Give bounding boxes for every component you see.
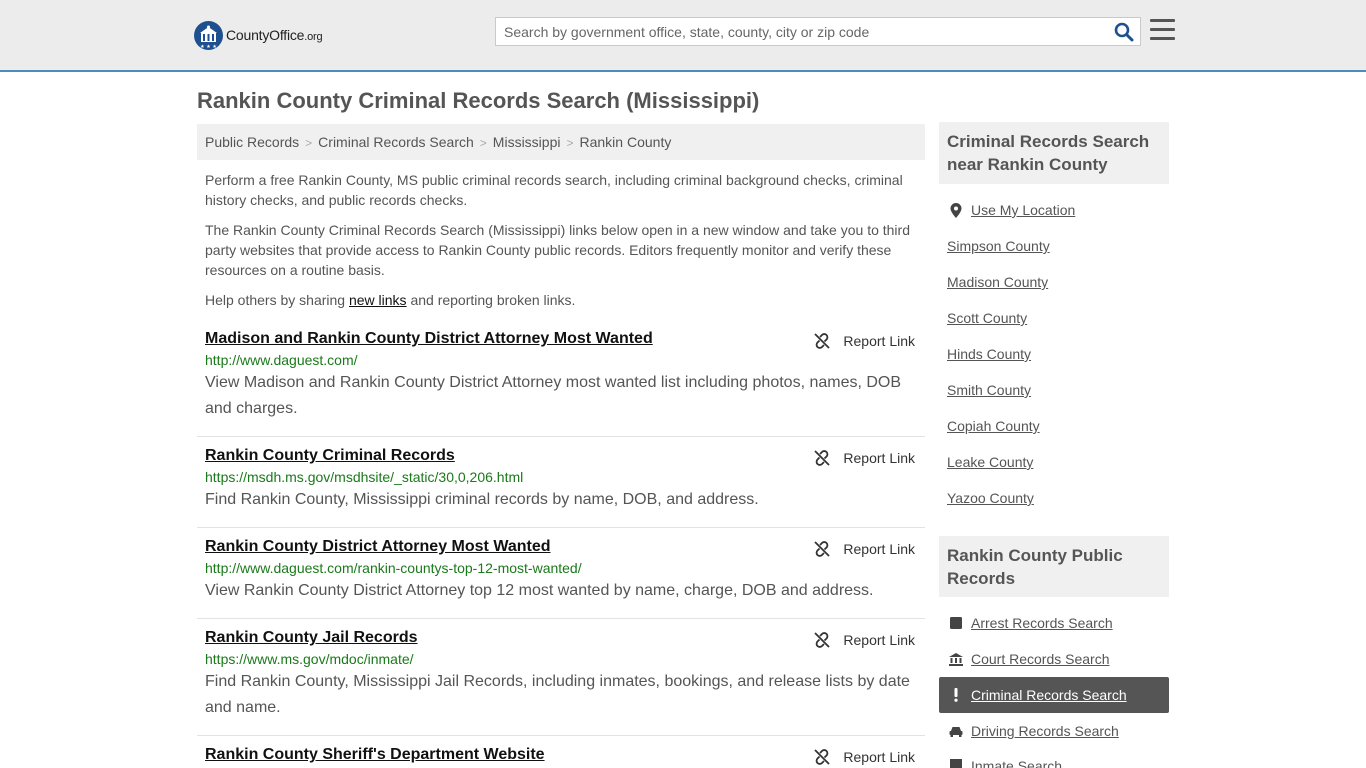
car-icon xyxy=(949,724,963,738)
inmate-search-link[interactable]: Inmate Search xyxy=(939,748,1169,768)
record-description: Find Rankin County, Mississippi Jail Rec… xyxy=(205,673,910,716)
arrest-records-search-link[interactable]: Arrest Records Search xyxy=(939,605,1169,641)
broken-link-icon xyxy=(814,450,831,466)
record-title-link[interactable]: Rankin County District Attorney Most Wan… xyxy=(205,538,551,556)
breadcrumb-separator-icon: > xyxy=(305,136,313,150)
record-url: https://msdh.ms.gov/msdhsite/_static/30,… xyxy=(205,469,524,485)
record-title-link[interactable]: Rankin County Sheriff's Department Websi… xyxy=(205,746,545,764)
nearby-county-link[interactable]: Scott County xyxy=(947,310,1027,326)
broken-link-icon xyxy=(814,749,831,765)
report-link-button[interactable]: Report Link xyxy=(813,748,915,766)
broken-link-icon xyxy=(814,632,831,648)
search-box xyxy=(495,17,1141,46)
square-icon xyxy=(949,616,963,630)
sidebar-heading-public-records: Rankin County Public Records xyxy=(939,536,1169,597)
map-pin-icon xyxy=(949,202,963,218)
record-url: http://www.daguest.com/rankin-countys-to… xyxy=(205,560,582,576)
new-links-link[interactable]: new links xyxy=(349,292,407,308)
intro-paragraph-3: Help others by sharing new links and rep… xyxy=(205,292,576,308)
intro-paragraph-1: Perform a free Rankin County, MS public … xyxy=(205,172,903,208)
broken-link-icon xyxy=(814,333,831,349)
criminal-records-search-link[interactable]: Criminal Records Search xyxy=(939,677,1169,713)
breadcrumb-separator-icon: > xyxy=(479,136,487,150)
record-item: Rankin County District Attorney Most Wan… xyxy=(197,538,925,619)
record-title-link[interactable]: Rankin County Jail Records xyxy=(205,629,418,647)
record-description: View Rankin County District Attorney top… xyxy=(205,582,874,599)
report-link-button[interactable]: Report Link xyxy=(813,631,915,649)
record-title-link[interactable]: Madison and Rankin County District Attor… xyxy=(205,330,653,348)
sidebar-heading-nearby: Criminal Records Search near Rankin Coun… xyxy=(939,122,1169,184)
search-input[interactable] xyxy=(496,18,1106,45)
record-title-link[interactable]: Rankin County Criminal Records xyxy=(205,447,455,465)
breadcrumb-separator-icon: > xyxy=(566,136,574,150)
nearby-county-link[interactable]: Simpson County xyxy=(947,238,1050,254)
site-logo[interactable]: ★ ★ ★ CountyOffice.org xyxy=(194,20,323,50)
breadcrumb-public-records[interactable]: Public Records xyxy=(205,134,299,150)
inmate-icon xyxy=(949,758,963,768)
court-records-search-link[interactable]: Court Records Search xyxy=(939,641,1169,677)
svg-text:★ ★ ★: ★ ★ ★ xyxy=(200,44,217,50)
use-my-location-link[interactable]: Use My Location xyxy=(939,192,1169,228)
nearby-county-link[interactable]: Smith County xyxy=(947,382,1031,398)
record-item: Madison and Rankin County District Attor… xyxy=(197,330,925,437)
breadcrumb-criminal-records-search[interactable]: Criminal Records Search xyxy=(318,134,474,150)
nearby-county-link[interactable]: Madison County xyxy=(947,274,1048,290)
nearby-county-link[interactable]: Hinds County xyxy=(947,346,1031,362)
search-icon[interactable] xyxy=(1114,22,1134,42)
intro-paragraph-2: The Rankin County Criminal Records Searc… xyxy=(205,222,910,278)
hamburger-menu-icon[interactable] xyxy=(1150,19,1175,41)
record-description: View Madison and Rankin County District … xyxy=(205,374,902,417)
report-link-button[interactable]: Report Link xyxy=(813,540,915,558)
capitol-logo-icon: ★ ★ ★ xyxy=(194,20,223,50)
nearby-county-link[interactable]: Copiah County xyxy=(947,418,1040,434)
logo-text: CountyOffice.org xyxy=(226,27,323,43)
breadcrumb-rankin-county[interactable]: Rankin County xyxy=(580,134,672,150)
record-description: Find Rankin County, Mississippi criminal… xyxy=(205,491,759,508)
breadcrumb-mississippi[interactable]: Mississippi xyxy=(493,134,561,150)
record-item: Rankin County Sheriff's Department Websi… xyxy=(197,746,925,768)
record-item: Rankin County Jail Records Report Link h… xyxy=(197,629,925,736)
exclamation-icon xyxy=(949,688,963,702)
nearby-county-link[interactable]: Leake County xyxy=(947,454,1033,470)
report-link-button[interactable]: Report Link xyxy=(813,449,915,467)
record-url: https://www.ms.gov/mdoc/inmate/ xyxy=(205,651,414,667)
broken-link-icon xyxy=(814,541,831,557)
report-link-button[interactable]: Report Link xyxy=(813,332,915,350)
record-url: http://www.daguest.com/ xyxy=(205,352,358,368)
site-header: ★ ★ ★ CountyOffice.org xyxy=(0,0,1366,72)
breadcrumb: Public Records > Criminal Records Search > M… xyxy=(197,124,925,160)
nearby-county-link[interactable]: Yazoo County xyxy=(947,490,1034,506)
record-item: Rankin County Criminal Records Report Li… xyxy=(197,447,925,528)
page-title: Rankin County Criminal Records Search (M… xyxy=(197,88,760,113)
courthouse-icon xyxy=(949,652,963,666)
driving-records-search-link[interactable]: Driving Records Search xyxy=(939,713,1169,749)
